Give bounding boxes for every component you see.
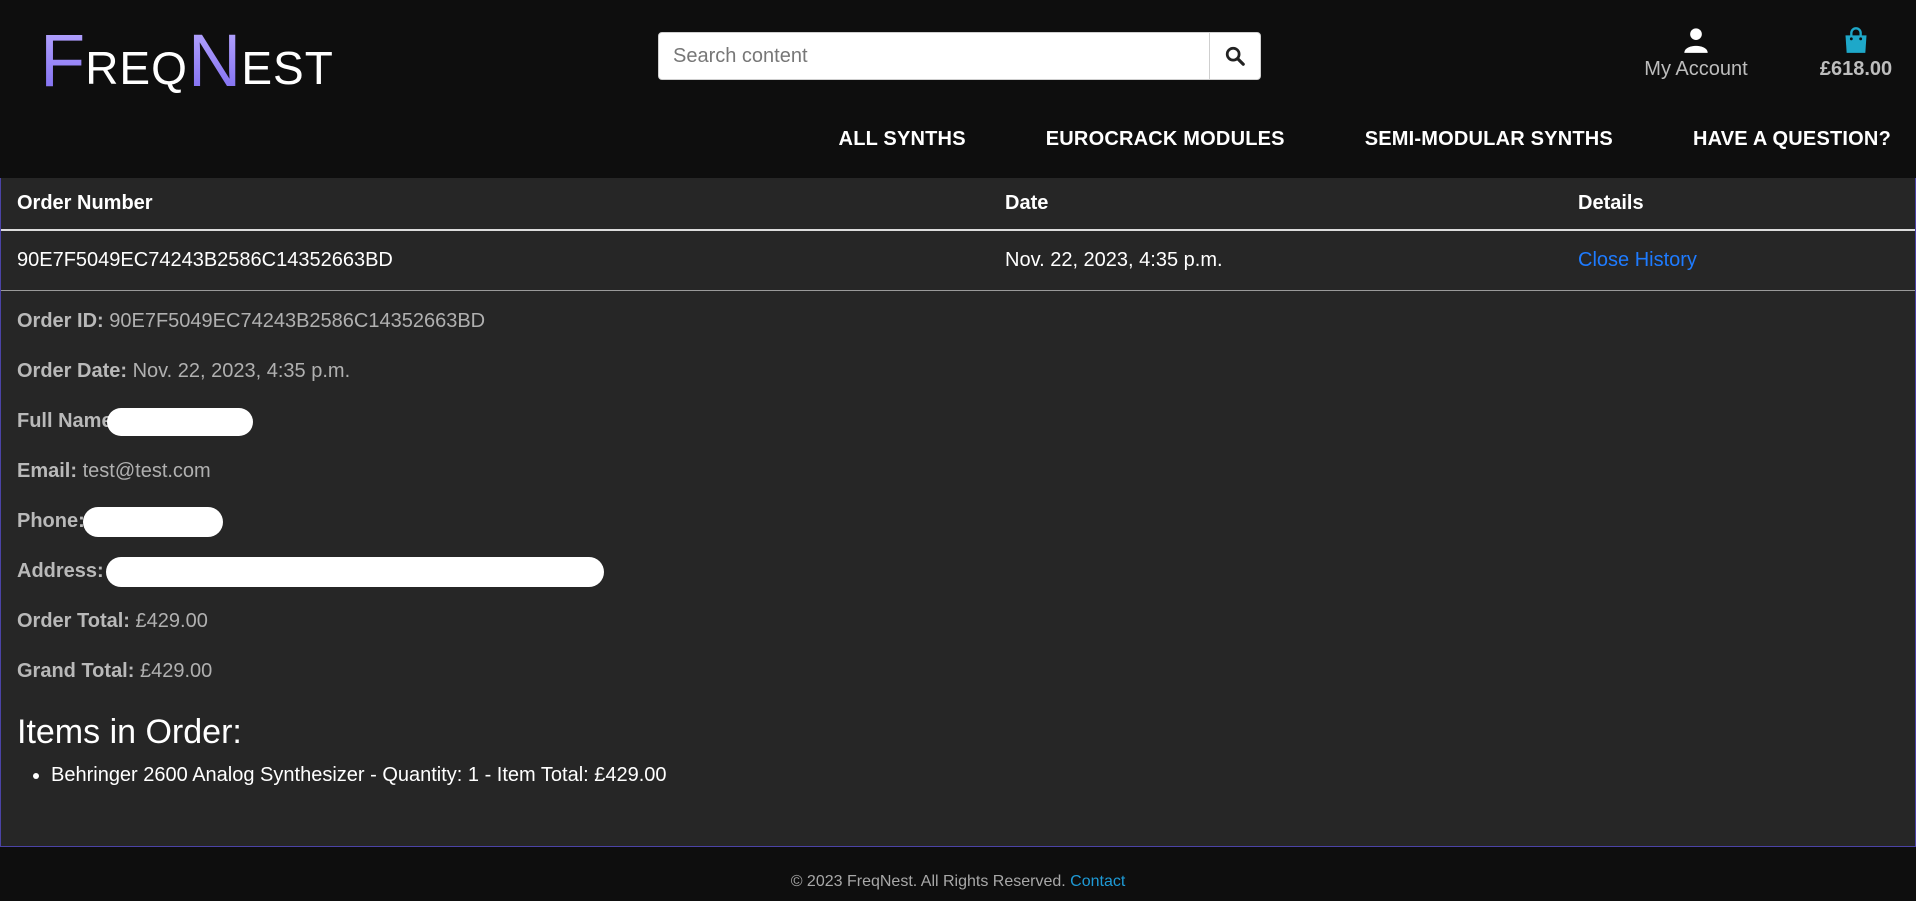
table-header: Order Number Date Details (1, 178, 1915, 231)
full-name-redaction (106, 407, 253, 436)
site-footer: © 2023 FreqNest. All Rights Reserved. Co… (0, 873, 1916, 891)
order-id-value: 90E7F5049EC74243B2586C14352663BD (109, 310, 486, 332)
logo-text-req: REQ (85, 42, 188, 94)
my-account-label: My Account (1644, 58, 1748, 80)
address-label: Address: (17, 560, 104, 582)
order-total-label: Order Total: (17, 610, 130, 632)
grand-total-row: Grand Total: £429.00 (17, 656, 667, 706)
full-name-label: Full Name (17, 410, 113, 432)
address-redaction (105, 556, 604, 587)
table-row: 90E7F5049EC74243B2586C14352663BD Nov. 22… (1, 231, 1915, 291)
header-details: Details (1578, 192, 1644, 214)
grand-total-value: £429.00 (139, 660, 213, 682)
user-icon (1684, 28, 1708, 53)
main-nav: ALL SYNTHS EUROCRACK MODULES SEMI-MODULA… (839, 128, 1891, 151)
phone-row: Phone: (17, 506, 667, 556)
list-item: Behringer 2600 Analog Synthesizer - Quan… (51, 764, 667, 787)
site-header: F REQ N EST My Account £618.00 ALL SYNT (0, 0, 1916, 178)
order-id-label: Order ID: (17, 310, 104, 332)
logo-letter-f: F (40, 19, 86, 102)
email-row: Email: test@test.com (17, 456, 667, 506)
basket-link[interactable]: £618.00 (1796, 26, 1916, 81)
basket-total: £618.00 (1819, 58, 1893, 80)
order-history-card: Order Number Date Details 90E7F5049EC742… (0, 178, 1916, 847)
nav-eurorack-modules[interactable]: EUROCRACK MODULES (1046, 128, 1285, 151)
order-number-cell: 90E7F5049EC74243B2586C14352663BD (17, 249, 393, 271)
order-date-label: Order Date: (17, 360, 128, 382)
contact-link[interactable]: Contact (1070, 873, 1125, 890)
copyright-text: © 2023 FreqNest. All Rights Reserved. (790, 873, 1066, 890)
items-list: Behringer 2600 Analog Synthesizer - Quan… (17, 764, 667, 787)
shopping-bag-icon (1845, 27, 1867, 53)
my-account-link[interactable]: My Account (1640, 26, 1752, 81)
logo-text-est: EST (241, 42, 334, 94)
order-details: Order ID: 90E7F5049EC74243B2586C14352663… (17, 306, 667, 787)
address-row: Address: (17, 556, 667, 606)
order-total-row: Order Total: £429.00 (17, 606, 667, 656)
nav-all-synths[interactable]: ALL SYNTHS (839, 128, 966, 151)
header-date: Date (1005, 192, 1049, 214)
search-button[interactable] (1209, 33, 1260, 79)
items-in-order-heading: Items in Order: (17, 713, 242, 751)
nav-semi-modular-synths[interactable]: SEMI-MODULAR SYNTHS (1365, 128, 1613, 151)
search-icon (1225, 46, 1245, 66)
nav-have-a-question[interactable]: HAVE A QUESTION? (1693, 128, 1891, 151)
phone-label: Phone: (17, 510, 85, 532)
email-value: test@test.com (82, 460, 211, 482)
order-date-row: Order Date: Nov. 22, 2023, 4:35 p.m. (17, 356, 667, 406)
order-date-value: Nov. 22, 2023, 4:35 p.m. (132, 360, 351, 382)
order-date-cell: Nov. 22, 2023, 4:35 p.m. (1005, 249, 1223, 271)
close-history-link[interactable]: Close History (1578, 249, 1697, 272)
search-input[interactable] (659, 33, 1209, 79)
grand-total-label: Grand Total: (17, 660, 135, 682)
header-order-number: Order Number (17, 192, 153, 214)
phone-redaction (82, 506, 223, 537)
order-id-row: Order ID: 90E7F5049EC74243B2586C14352663… (17, 306, 667, 356)
logo-letter-n: N (187, 19, 242, 102)
full-name-row: Full Name (17, 406, 667, 456)
order-total-value: £429.00 (135, 610, 208, 632)
email-label: Email: (17, 460, 78, 482)
search-bar (658, 32, 1261, 80)
site-logo[interactable]: F REQ N EST (40, 18, 334, 98)
details-cell: Close History (1578, 231, 1697, 290)
